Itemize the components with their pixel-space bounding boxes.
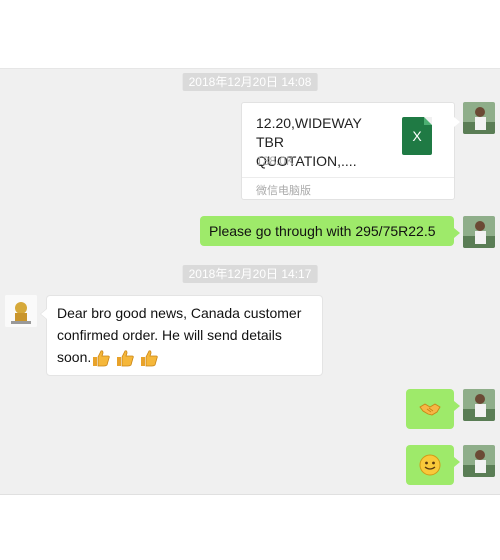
timestamp: 2018年12月20日 14:08	[182, 73, 318, 91]
thumbs-up-icon	[91, 348, 111, 368]
file-size: 138.0K	[256, 154, 295, 168]
handshake-icon	[419, 398, 441, 425]
sent-message-bubble[interactable]: Please go through with 295/75R22.5	[200, 216, 460, 246]
smile-icon	[419, 454, 441, 481]
file-source: 微信电脑版	[256, 185, 311, 197]
contact-avatar[interactable]	[5, 295, 37, 327]
person-avatar-icon	[463, 216, 495, 248]
person-avatar-icon	[463, 445, 495, 477]
my-avatar[interactable]	[463, 445, 495, 477]
buddha-avatar-icon	[5, 295, 37, 327]
excel-letter: X	[412, 128, 422, 144]
message-text: Dear bro good news, Canada customer conf…	[47, 296, 322, 374]
sent-emoji-bubble[interactable]	[406, 389, 460, 429]
my-avatar[interactable]	[463, 389, 495, 421]
received-message-bubble[interactable]: Dear bro good news, Canada customer conf…	[40, 295, 323, 376]
message-text: Please go through with 295/75R22.5	[209, 223, 436, 239]
my-avatar[interactable]	[463, 102, 495, 134]
sent-emoji-bubble[interactable]	[406, 445, 460, 485]
thumbs-up-icon	[139, 348, 159, 368]
my-avatar[interactable]	[463, 216, 495, 248]
person-avatar-icon	[463, 102, 495, 134]
person-avatar-icon	[463, 389, 495, 421]
chat-area: 2018年12月20日 14:08 12.20,WIDEWAY TBR QUOT…	[0, 68, 500, 495]
excel-file-icon: X	[402, 117, 432, 155]
thumbs-up-icon	[115, 348, 135, 368]
timestamp: 2018年12月20日 14:17	[182, 265, 318, 283]
file-message[interactable]: 12.20,WIDEWAY TBR QUOTATION,.... 138.0K …	[241, 102, 460, 200]
divider	[242, 177, 454, 178]
